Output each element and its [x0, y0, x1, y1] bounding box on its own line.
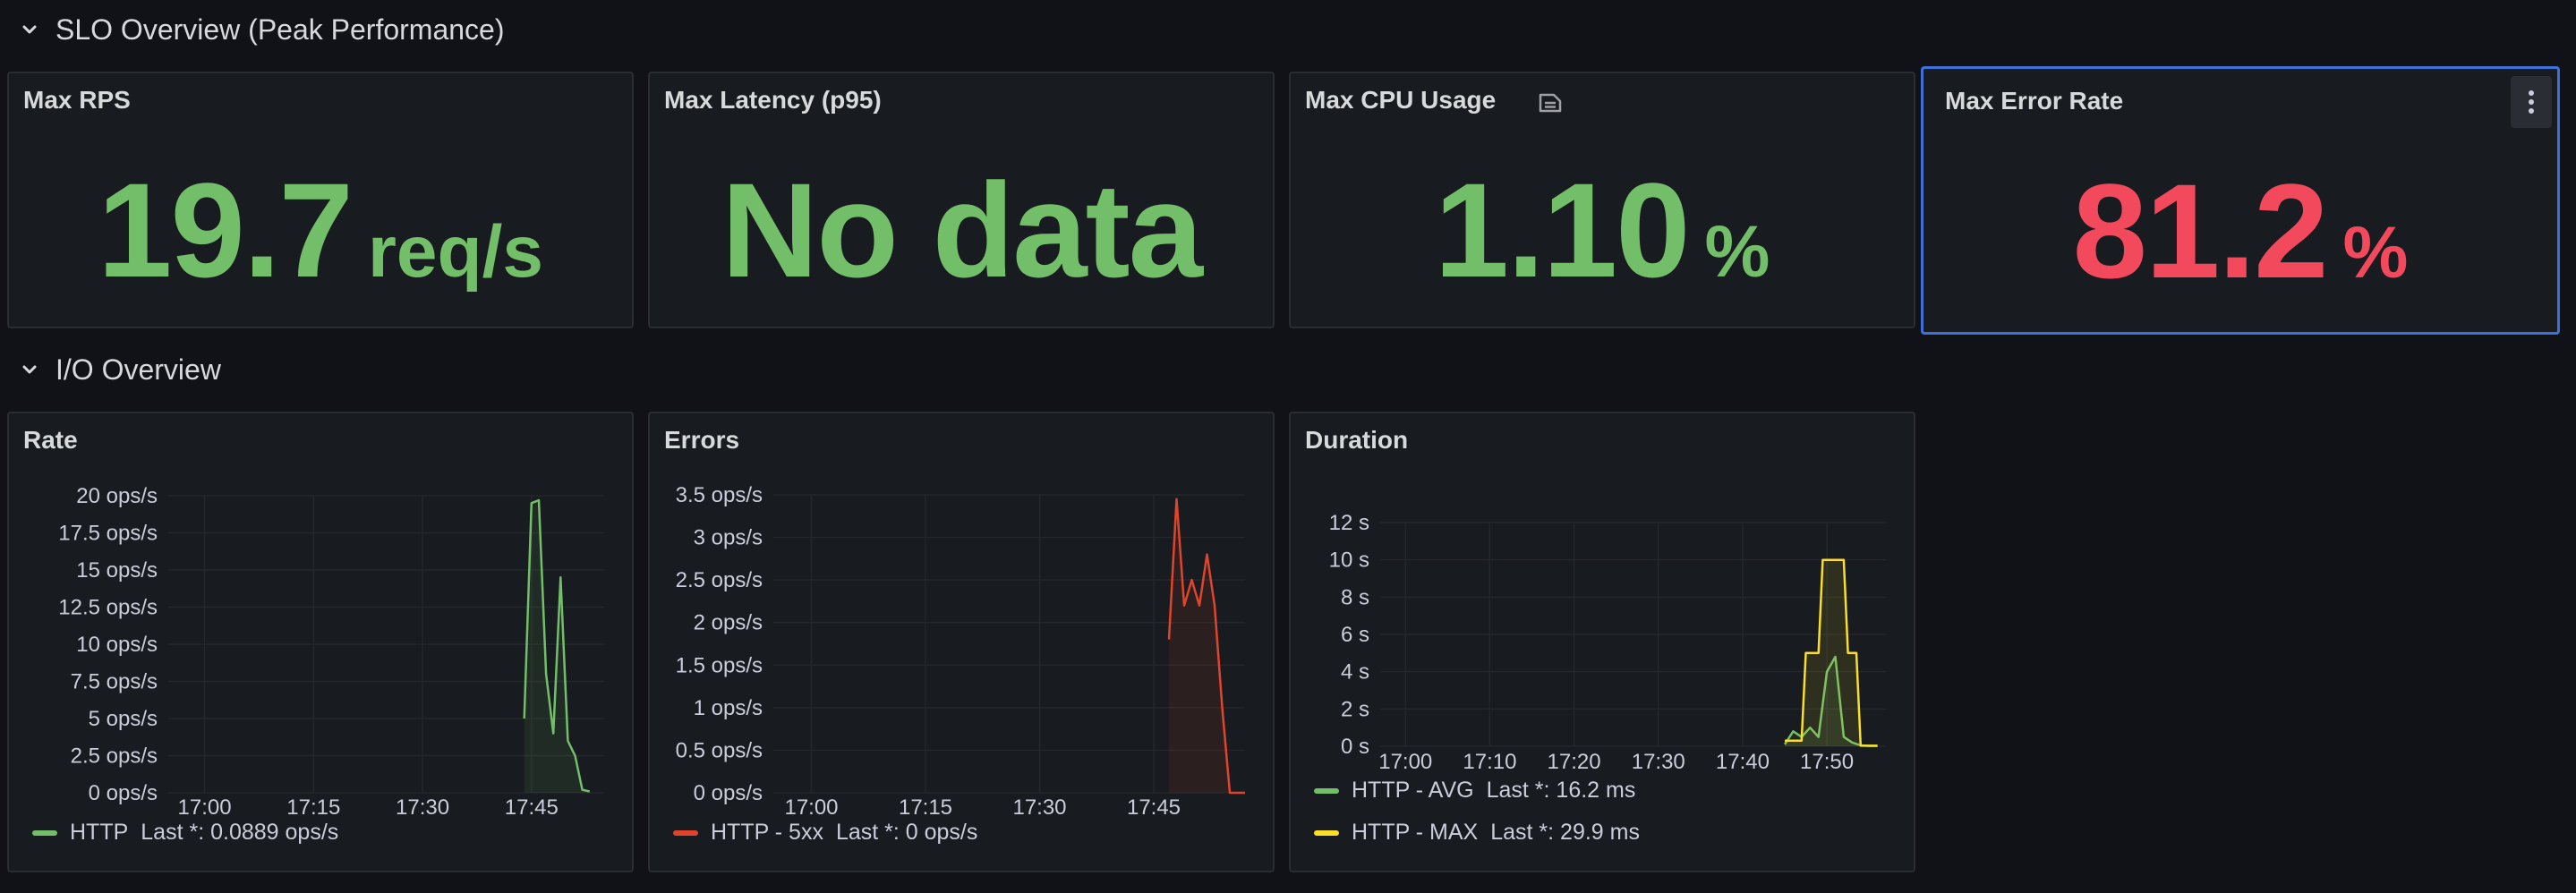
x-tick-label: 17:30	[1012, 795, 1066, 820]
stat-value: 19.7 req/s	[9, 163, 632, 297]
y-tick-label: 0 ops/s	[694, 781, 763, 805]
row-title: SLO Overview (Peak Performance)	[55, 13, 505, 46]
y-tick-label: 3.5 ops/s	[676, 483, 763, 507]
row-title: I/O Overview	[55, 353, 221, 386]
legend-last-value: Last *: 0.0889 ops/s	[141, 820, 339, 845]
y-tick-label: 0 ops/s	[89, 781, 158, 805]
stat-value: 81.2%	[1923, 164, 2557, 298]
legend-item-http[interactable]: HTTP Last *: 0.0889 ops/s	[32, 820, 338, 846]
x-tick-label: 17:15	[286, 795, 340, 820]
stat-no-data: No data	[721, 155, 1203, 305]
x-tick-label: 17:20	[1548, 750, 1601, 774]
menu-dots-icon[interactable]	[2511, 76, 2552, 128]
y-tick-label: 0.5 ops/s	[676, 738, 763, 762]
legend-last-value: Last *: 16.2 ms	[1486, 778, 1636, 803]
x-tick-label: 17:30	[396, 795, 449, 820]
legend-series-name: HTTP - 5xx	[711, 820, 823, 845]
legend-series-name: HTTP - MAX	[1352, 820, 1479, 845]
panel-title: Errors	[664, 426, 740, 454]
stat-number: 81.2	[2072, 156, 2329, 306]
stat-unit: %	[2342, 212, 2409, 293]
timeseries-panel-duration[interactable]: Duration 0 s 2 s 4 s 6 s 8 s 10 s 12 s 17:00 17:…	[1289, 412, 1915, 872]
y-tick-label: 12.5 ops/s	[58, 596, 158, 620]
y-tick-label: 1.5 ops/s	[676, 653, 763, 677]
legend-swatch	[1314, 787, 1339, 794]
panel-title: Max Error Rate	[1945, 87, 2124, 115]
legend-swatch	[32, 829, 57, 836]
y-tick-label: 7.5 ops/s	[71, 670, 158, 694]
rate-chart[interactable]: 0 ops/s 2.5 ops/s 5 ops/s 7.5 ops/s 10 ops/s…	[9, 458, 632, 825]
timeseries-panel-rate[interactable]: Rate 0 ops/s 2.5 ops/s 5 ops/s 7.5 ops/s 10 …	[7, 412, 634, 872]
series-area	[1785, 559, 1878, 746]
y-tick-label: 6 s	[1341, 623, 1369, 647]
chevron-down-icon[interactable]	[20, 360, 39, 379]
y-tick-label: 15 ops/s	[76, 558, 158, 583]
panel-title: Max CPU Usage	[1305, 86, 1497, 114]
chevron-down-icon[interactable]	[20, 20, 39, 39]
y-tick-label: 4 s	[1341, 660, 1369, 685]
x-tick-label: 17:50	[1800, 750, 1854, 774]
timeseries-panel-errors[interactable]: Errors 0 ops/s 0.5 ops/s 1 ops/s 1.5 ops/s 2…	[648, 412, 1275, 872]
legend-series-name: HTTP	[70, 820, 129, 845]
row-header-io[interactable]: I/O Overview	[20, 352, 221, 387]
y-tick-label: 1 ops/s	[694, 696, 763, 720]
legend-item-http-avg[interactable]: HTTP - AVG Last *: 16.2 ms	[1314, 778, 1635, 804]
panel-title: Max Latency (p95)	[664, 86, 882, 114]
stat-panel-max-rps[interactable]: Max RPS 19.7 req/s	[7, 72, 634, 328]
x-tick-label: 17:00	[178, 795, 232, 820]
legend-last-value: Last *: 0 ops/s	[835, 820, 978, 845]
panel-title: Duration	[1305, 426, 1409, 454]
x-tick-label: 17:00	[1378, 750, 1432, 774]
legend-item-http-max[interactable]: HTTP - MAX Last *: 29.9 ms	[1314, 820, 1640, 846]
y-tick-label: 3 ops/s	[694, 526, 763, 550]
stat-panel-max-error-rate[interactable]: Max Error Rate 81.2%	[1921, 66, 2560, 335]
x-tick-label: 17:45	[1127, 795, 1181, 820]
doc-icon[interactable]	[1538, 92, 1563, 118]
y-tick-label: 5 ops/s	[89, 707, 158, 731]
legend-item-http-5xx[interactable]: HTTP - 5xx Last *: 0 ops/s	[673, 820, 977, 846]
stat-panel-max-latency[interactable]: Max Latency (p95) No data	[648, 72, 1275, 328]
legend-series-name: HTTP - AVG	[1352, 778, 1474, 803]
x-tick-label: 17:40	[1716, 750, 1770, 774]
stat-unit: %	[1704, 211, 1770, 293]
y-tick-label: 2.5 ops/s	[71, 744, 158, 769]
y-tick-label: 17.5 ops/s	[58, 522, 158, 546]
stat-number: 1.10	[1434, 155, 1691, 305]
errors-chart[interactable]: 0 ops/s 0.5 ops/s 1 ops/s 1.5 ops/s 2 ops/s 2…	[650, 458, 1273, 825]
y-tick-label: 10 s	[1329, 549, 1369, 573]
stat-number: 19.7	[98, 155, 354, 305]
x-tick-label: 17:15	[899, 795, 952, 820]
x-tick-label: 17:00	[784, 795, 838, 820]
row-header-slo[interactable]: SLO Overview (Peak Performance)	[20, 12, 505, 47]
panel-title: Rate	[23, 426, 78, 454]
y-tick-label: 12 s	[1329, 511, 1369, 535]
y-tick-label: 8 s	[1341, 585, 1369, 609]
y-tick-label: 2.5 ops/s	[676, 568, 763, 592]
x-tick-label: 17:30	[1632, 750, 1685, 774]
y-tick-label: 10 ops/s	[76, 633, 158, 657]
x-tick-label: 17:10	[1463, 750, 1516, 774]
stat-value: 1.10%	[1291, 163, 1914, 297]
legend-swatch	[1314, 829, 1339, 836]
legend-swatch	[673, 829, 698, 836]
duration-chart[interactable]: 0 s 2 s 4 s 6 s 8 s 10 s 12 s 17:00 17:10 17:20 17…	[1291, 458, 1914, 789]
x-tick-label: 17:45	[505, 795, 559, 820]
y-tick-label: 2 ops/s	[694, 611, 763, 635]
legend-last-value: Last *: 29.9 ms	[1490, 820, 1640, 845]
y-tick-label: 2 s	[1341, 697, 1369, 721]
y-tick-label: 20 ops/s	[76, 484, 158, 508]
stat-value: No data	[650, 163, 1273, 297]
panel-title: Max RPS	[23, 86, 131, 114]
y-tick-label: 0 s	[1341, 735, 1369, 759]
stat-panel-max-cpu[interactable]: Max CPU Usage 1.10%	[1289, 72, 1915, 328]
stat-unit: req/s	[367, 211, 543, 293]
